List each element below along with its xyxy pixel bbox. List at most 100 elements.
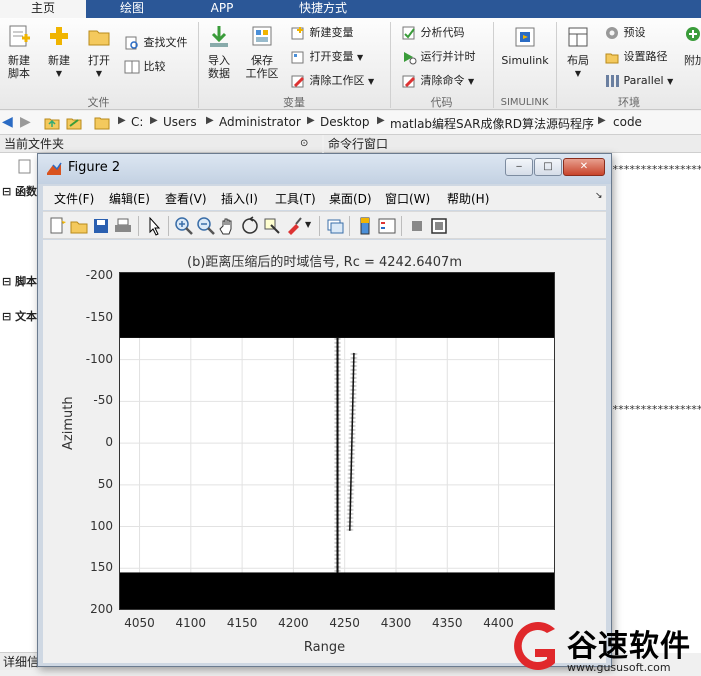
compare-button[interactable]: 比较: [124, 56, 166, 78]
layout-icon: [568, 27, 588, 47]
figure-canvas: (b)距离压缩后的时域信号, Rc = 4242.6407m -200 -150 -…: [43, 240, 606, 663]
parallel-icon: [606, 75, 619, 87]
new-script-label: 新建 脚本: [8, 54, 30, 80]
run-and-time-button[interactable]: 运行并计时: [401, 46, 476, 68]
new-button[interactable]: 新建 ▼: [42, 24, 76, 80]
clear-commands-button[interactable]: 清除命令 ▼: [401, 70, 474, 92]
open-label: 打开: [88, 54, 110, 67]
menu-help[interactable]: 帮助(H): [447, 190, 489, 207]
section-file-label: 文件: [87, 96, 110, 109]
folder-group-scripts[interactable]: ⊟ 脚本: [2, 273, 37, 289]
print-icon[interactable]: [113, 216, 133, 236]
minimize-button[interactable]: ‒: [505, 158, 533, 176]
find-files-button[interactable]: 查找文件: [124, 32, 188, 54]
open-variable-label: 打开变量: [309, 50, 354, 63]
folder-group-text[interactable]: ⊟ 文本: [2, 308, 37, 324]
brush-icon[interactable]: [284, 216, 304, 236]
up-folder-icon[interactable]: [44, 115, 60, 131]
parallel-button[interactable]: Parallel ▼: [604, 70, 673, 92]
chevron-down-icon: ▼: [667, 77, 674, 86]
menu-tools[interactable]: 工具(T): [275, 190, 316, 207]
analyze-code-icon: [402, 26, 415, 40]
folder-group-functions-label: 函数: [15, 185, 38, 198]
save-workspace-button[interactable]: 保存 工作区: [243, 24, 281, 80]
open-file-icon[interactable]: [69, 216, 89, 236]
layout-button[interactable]: 布局 ▼: [561, 24, 595, 80]
menu-window[interactable]: 窗口(W): [385, 190, 430, 207]
x-tick-label: 4100: [175, 616, 207, 630]
y-tick-label: -150: [85, 309, 113, 324]
pan-hand-icon[interactable]: [218, 216, 238, 236]
tab-apps[interactable]: APP: [178, 0, 266, 18]
new-variable-button[interactable]: 新建变量: [290, 22, 354, 44]
layout-label: 布局: [567, 54, 589, 67]
addons-button[interactable]: 附加: [680, 24, 701, 67]
zoom-in-icon[interactable]: [174, 216, 194, 236]
maximize-button[interactable]: □: [534, 158, 562, 176]
breadcrumb-administrator[interactable]: Administrator: [219, 115, 301, 129]
gear-icon: [606, 27, 618, 39]
menu-insert[interactable]: 插入(I): [221, 190, 258, 207]
pointer-icon[interactable]: [144, 216, 164, 236]
figure-titlebar[interactable]: Figure 2 ‒ □ ✕: [38, 154, 611, 184]
legend-icon[interactable]: [377, 216, 397, 236]
hide-plot-tools-icon[interactable]: [407, 216, 427, 236]
dock-arrow-icon[interactable]: ↘: [595, 191, 603, 201]
analyze-code-button[interactable]: 分析代码: [401, 22, 465, 44]
figure-toolbar: ▼: [43, 211, 606, 239]
open-button[interactable]: 打开 ▼: [82, 24, 116, 80]
command-window-panel[interactable]: **************** ****************: [612, 153, 701, 653]
menu-file[interactable]: 文件(F): [54, 190, 94, 207]
breadcrumb-separator: ▶: [598, 115, 606, 126]
forward-arrow-icon[interactable]: ▶: [20, 114, 31, 130]
menu-view[interactable]: 查看(V): [165, 190, 207, 207]
chevron-down-icon[interactable]: ▼: [305, 220, 311, 229]
file-icon: [18, 159, 31, 174]
plot-axes[interactable]: [119, 272, 555, 610]
x-tick-label: 4300: [380, 616, 412, 630]
watermark: 谷速软件 www.gususoft.com: [505, 617, 701, 676]
data-cursor-icon[interactable]: [262, 216, 282, 236]
import-data-button[interactable]: 导入 数据: [202, 24, 236, 80]
menu-edit[interactable]: 编辑(E): [109, 190, 150, 207]
close-button[interactable]: ✕: [563, 158, 605, 176]
tab-shortcuts[interactable]: 快捷方式: [268, 0, 378, 18]
new-script-button[interactable]: 新建 脚本: [2, 24, 36, 80]
breadcrumb-code[interactable]: code: [613, 115, 642, 129]
plot-title: (b)距离压缩后的时域信号, Rc = 4242.6407m: [187, 255, 462, 270]
tab-home[interactable]: 主页: [0, 0, 86, 18]
panel-menu-icon[interactable]: ⊙: [300, 135, 308, 153]
x-tick-label: 4050: [124, 616, 155, 630]
section-simulink-label: SIMULINK: [500, 97, 549, 108]
open-variable-button[interactable]: 打开变量 ▼: [290, 46, 363, 68]
toolbar-separator: [168, 216, 169, 236]
browse-folder-icon[interactable]: [66, 115, 82, 131]
breadcrumb-desktop[interactable]: Desktop: [320, 115, 370, 129]
y-tick-label: 150: [90, 560, 113, 575]
set-path-button[interactable]: 设置路径: [604, 46, 668, 68]
folder-group-functions[interactable]: ⊟ 函数: [2, 183, 37, 199]
tab-plots[interactable]: 绘图: [88, 0, 176, 18]
breadcrumb-users[interactable]: Users: [163, 115, 197, 129]
save-icon[interactable]: [91, 216, 111, 236]
import-icon: [210, 26, 228, 47]
open-variable-icon: [291, 51, 304, 64]
new-figure-icon[interactable]: [47, 216, 67, 236]
show-plot-tools-icon[interactable]: [429, 216, 449, 236]
y-tick-label: -200: [85, 268, 113, 283]
rotate-3d-icon[interactable]: [240, 216, 260, 236]
menu-desktop[interactable]: 桌面(D): [329, 190, 372, 207]
folder-icon: [94, 117, 110, 130]
plus-icon: [50, 27, 68, 45]
clear-workspace-button[interactable]: 清除工作区 ▼: [290, 70, 374, 92]
y-tick-label: -50: [93, 393, 113, 408]
colorbar-icon[interactable]: [355, 216, 375, 236]
breadcrumb-project-folder[interactable]: matlab编程SAR成像RD算法源码程序: [390, 115, 594, 132]
simulink-button[interactable]: Simulink: [498, 24, 552, 67]
y-tick-label: 200: [90, 602, 113, 616]
zoom-out-icon[interactable]: [196, 216, 216, 236]
preferences-button[interactable]: 预设: [604, 22, 646, 44]
link-plot-icon[interactable]: [325, 216, 345, 236]
breadcrumb-c[interactable]: C:: [131, 115, 143, 129]
back-arrow-icon[interactable]: ◀: [2, 114, 13, 130]
